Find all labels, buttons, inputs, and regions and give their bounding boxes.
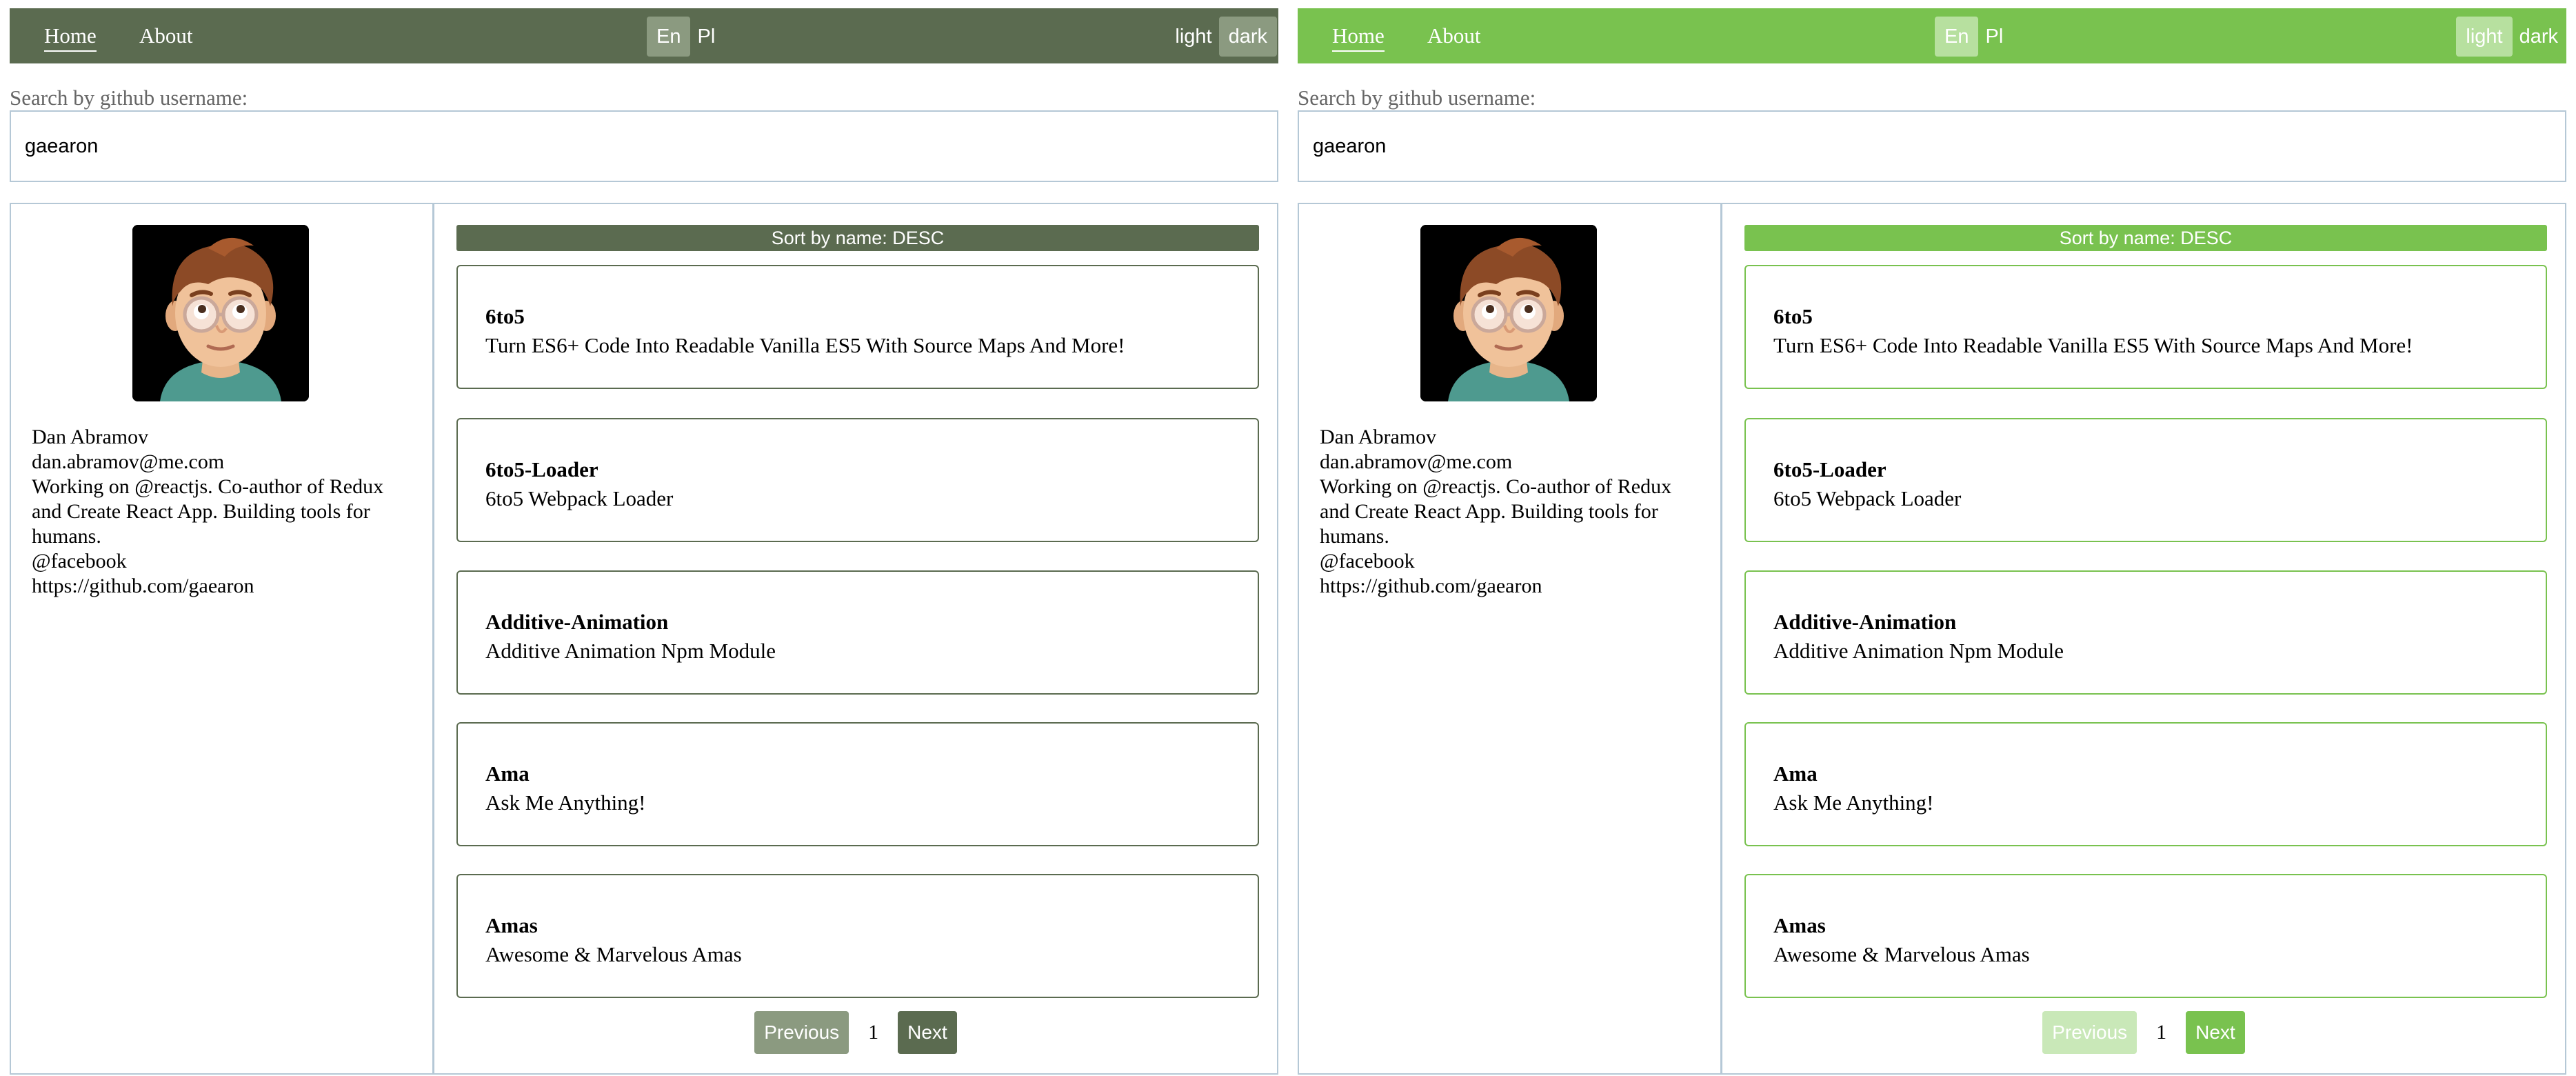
next-button[interactable]: Next <box>898 1011 957 1054</box>
theme-light-button[interactable]: light <box>2456 17 2513 57</box>
theme-dark-button[interactable]: dark <box>2513 17 2565 57</box>
language-switcher: En Pl <box>647 17 722 57</box>
page-number: 1 <box>868 1021 879 1044</box>
repo-card[interactable]: 6to5-Loader 6to5 Webpack Loader <box>456 418 1259 542</box>
repo-description: Awesome & Marvelous Amas <box>1773 942 2030 966</box>
theme-dark-button[interactable]: dark <box>1218 17 1277 57</box>
repo-name: Amas <box>485 913 538 937</box>
theme-light-button[interactable]: light <box>1168 17 1218 57</box>
previous-button[interactable]: Previous <box>754 1011 849 1054</box>
search-label: Search by github username: <box>1298 86 1536 110</box>
repo-card[interactable]: 6to5-Loader 6to5 Webpack Loader <box>1744 418 2547 542</box>
sort-button[interactable]: Sort by name: DESC <box>1744 225 2547 251</box>
repo-name: 6to5 <box>485 304 525 328</box>
repo-card[interactable]: Ama Ask Me Anything! <box>1744 722 2547 846</box>
page-number: 1 <box>2156 1021 2167 1044</box>
navbar: Home About En Pl light dark <box>1298 8 2566 63</box>
memoji-avatar-icon <box>1420 225 1597 401</box>
profile-url: https://github.com/gaearon <box>32 575 254 597</box>
profile-email: dan.abramov@me.com <box>32 450 225 473</box>
profile-bio: Working on @reactjs. Co-author of Redux … <box>1320 475 1672 548</box>
profile-info: Dan Abramov dan.abramov@me.com Working o… <box>1320 425 1706 599</box>
profile-company: @facebook <box>1320 550 1415 572</box>
profile-name: Dan Abramov <box>1320 426 1437 448</box>
navbar: Home About En Pl light dark <box>10 8 1278 63</box>
previous-button[interactable]: Previous <box>2042 1011 2137 1054</box>
profile-company: @facebook <box>32 550 127 572</box>
search-input[interactable] <box>10 110 1278 182</box>
repo-description: Additive Animation Npm Module <box>1773 639 2064 663</box>
avatar <box>132 225 309 401</box>
repo-name: 6to5-Loader <box>1773 457 1886 481</box>
repo-description: Turn ES6+ Code Into Readable Vanilla ES5… <box>1773 333 2413 357</box>
repo-card[interactable]: Additive-Animation Additive Animation Np… <box>1744 570 2547 695</box>
search-input[interactable] <box>1298 110 2566 182</box>
nav-home-link[interactable]: Home <box>44 8 97 63</box>
repo-card[interactable]: Amas Awesome & Marvelous Amas <box>456 874 1259 998</box>
search-label: Search by github username: <box>10 86 248 110</box>
nav-about-link[interactable]: About <box>139 8 193 63</box>
repo-name: Amas <box>1773 913 1826 937</box>
profile-card: Dan Abramov dan.abramov@me.com Working o… <box>11 204 434 1073</box>
profile-email: dan.abramov@me.com <box>1320 450 1513 473</box>
results-area: Dan Abramov dan.abramov@me.com Working o… <box>1298 203 2566 1075</box>
theme-switcher: light dark <box>2456 17 2566 57</box>
profile-info: Dan Abramov dan.abramov@me.com Working o… <box>32 425 418 599</box>
repo-description: Awesome & Marvelous Amas <box>485 942 742 966</box>
repo-description: 6to5 Webpack Loader <box>485 486 674 510</box>
language-switcher: En Pl <box>1935 17 2010 57</box>
repo-description: Ask Me Anything! <box>485 790 646 815</box>
repo-name: Ama <box>1773 761 1818 786</box>
lang-pl-button[interactable]: Pl <box>690 17 722 57</box>
lang-en-button[interactable]: En <box>1935 17 1979 57</box>
pagination: Previous 1 Next <box>434 1011 1277 1054</box>
memoji-avatar-icon <box>132 225 309 401</box>
repo-name: 6to5 <box>1773 304 1813 328</box>
repo-card[interactable]: Amas Awesome & Marvelous Amas <box>1744 874 2547 998</box>
next-button[interactable]: Next <box>2186 1011 2245 1054</box>
nav-home-link[interactable]: Home <box>1332 8 1385 63</box>
nav-about-link[interactable]: About <box>1427 8 1481 63</box>
repo-description: Ask Me Anything! <box>1773 790 1934 815</box>
repo-name: 6to5-Loader <box>485 457 598 481</box>
repo-card[interactable]: 6to5 Turn ES6+ Code Into Readable Vanill… <box>1744 265 2547 389</box>
repo-card[interactable]: Ama Ask Me Anything! <box>456 722 1259 846</box>
repo-card[interactable]: 6to5 Turn ES6+ Code Into Readable Vanill… <box>456 265 1259 389</box>
repo-description: Additive Animation Npm Module <box>485 639 776 663</box>
repo-card[interactable]: Additive-Animation Additive Animation Np… <box>456 570 1259 695</box>
repo-name: Ama <box>485 761 530 786</box>
dark-theme-panel: Home About En Pl light dark Search by gi… <box>10 0 1278 1076</box>
repo-name: Additive-Animation <box>1773 610 1957 634</box>
lang-en-button[interactable]: En <box>647 17 691 57</box>
results-area: Dan Abramov dan.abramov@me.com Working o… <box>10 203 1278 1075</box>
profile-bio: Working on @reactjs. Co-author of Redux … <box>32 475 384 548</box>
repo-list: Sort by name: DESC 6to5 Turn ES6+ Code I… <box>434 204 1277 1073</box>
profile-name: Dan Abramov <box>32 426 149 448</box>
theme-switcher: light dark <box>1168 17 1278 57</box>
avatar <box>1420 225 1597 401</box>
profile-url: https://github.com/gaearon <box>1320 575 1542 597</box>
profile-card: Dan Abramov dan.abramov@me.com Working o… <box>1299 204 1722 1073</box>
repo-description: Turn ES6+ Code Into Readable Vanilla ES5… <box>485 333 1125 357</box>
repo-name: Additive-Animation <box>485 610 669 634</box>
light-theme-panel: Home About En Pl light dark Search by gi… <box>1298 0 2566 1076</box>
repo-list: Sort by name: DESC 6to5 Turn ES6+ Code I… <box>1722 204 2565 1073</box>
sort-button[interactable]: Sort by name: DESC <box>456 225 1259 251</box>
repo-description: 6to5 Webpack Loader <box>1773 486 1962 510</box>
lang-pl-button[interactable]: Pl <box>1978 17 2010 57</box>
pagination: Previous 1 Next <box>1722 1011 2565 1054</box>
